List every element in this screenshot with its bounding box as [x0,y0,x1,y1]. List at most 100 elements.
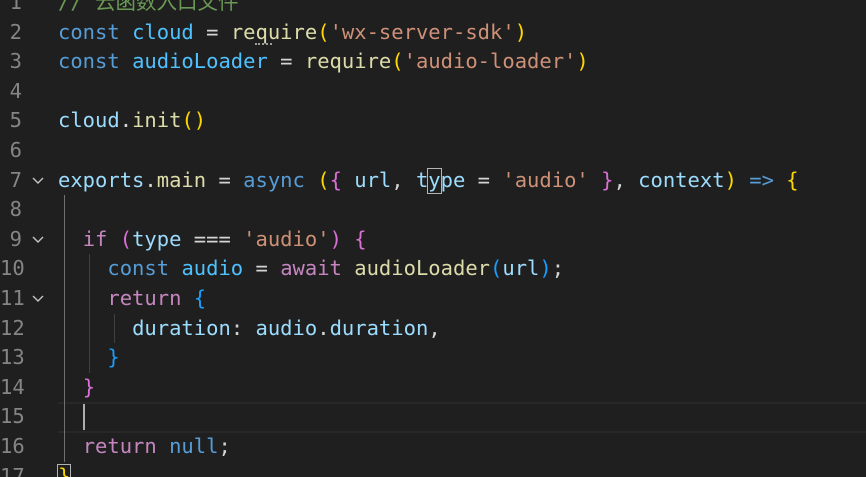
code-token: ) [576,49,589,74]
code-token: () [181,108,207,133]
code-token: , [428,315,441,340]
code-line[interactable]: 6 [0,136,866,166]
chevron-down-icon[interactable] [30,225,46,255]
code-token: return [107,286,182,310]
code-token: } [601,167,614,192]
code-token: . [119,108,133,133]
code-token: ; [218,434,231,458]
code-token: . [317,315,330,340]
code-token: require [304,49,392,74]
code-line[interactable]: 10 const audio = await audioLoader(url); [0,254,866,284]
line-number: 13 [0,345,25,370]
bracket-match-highlight [427,167,442,195]
code-token: ( [317,19,330,44]
code-text: duration: audio.duration, [58,314,441,344]
code-token: { [193,286,207,310]
code-token: await [280,256,342,281]
code-token: async [243,167,305,192]
line-number: 16 [0,434,25,458]
code-token: type [132,226,182,251]
code-line[interactable]: 5 cloud.init() [0,106,866,136]
code-token: 'wx-server-sdk' [329,19,515,44]
code-token: { [329,167,342,192]
code-text: const audioLoader = require('audio-loade… [58,47,589,77]
code-token: . [144,167,157,192]
code-line[interactable]: 13 } [0,343,866,373]
line-number: 11 [0,286,25,310]
code-token: } [82,374,96,399]
code-token: ) [514,19,528,44]
code-token: , [391,167,416,192]
code-token: { [786,167,799,192]
code-token: ) [724,167,737,192]
code-line[interactable]: 4 [0,77,866,107]
line-number: 4 [9,78,22,103]
code-line[interactable]: 9 if (type === 'audio') { [0,225,866,255]
code-editor[interactable]: 1// 云函数入口文件 2 const cloud = require('wx-se… [0,0,866,477]
code-token: = [267,49,305,74]
text-cursor [82,404,85,430]
code-token: ( [391,49,404,74]
code-line[interactable]: 3 const audioLoader = require('audio-load… [0,47,866,77]
code-token: 'audio-loader' [403,49,577,74]
code-line[interactable]: 12 duration: audio.duration, [0,314,866,344]
code-token: ) [539,256,552,281]
code-line[interactable]: 17} [0,462,866,477]
code-token: => [749,167,774,192]
code-token: { [354,226,367,251]
chevron-down-icon[interactable] [30,284,46,314]
chevron-down-icon[interactable] [30,166,46,196]
line-number: 9 [9,226,22,251]
code-token: : [230,315,256,340]
code-token: } [107,345,120,370]
code-token: ; [551,256,565,281]
code-token: 'audio' [243,226,330,251]
code-line[interactable]: 2 const cloud = require('wx-server-sdk') [0,18,866,48]
code-token: ( [119,226,133,251]
code-token: 'audio' [502,167,589,192]
code-text: if (type === 'audio') { [58,225,367,255]
code-text: return { [58,284,206,314]
hint-squiggle [255,41,272,46]
code-line[interactable]: 11 return { [0,284,866,314]
line-number: 17 [0,463,25,477]
code-token: audio [181,256,244,281]
code-token: url [354,167,392,192]
bracket-match-highlight [57,463,72,477]
code-token: cloud [58,108,120,133]
line-number: 5 [9,108,22,133]
code-token: ( [490,256,503,281]
code-token: const [58,49,120,74]
code-token: = [206,167,244,192]
code-token: url [502,256,540,281]
code-line[interactable]: 16 return null; [0,432,866,462]
code-line[interactable]: 1 // 云函数入口文件 [0,0,866,18]
code-token: return [82,434,157,458]
code-line[interactable]: 8 [0,195,866,225]
code-token: === [181,226,244,251]
code-token: context [638,167,725,192]
code-text: return null; [58,432,231,462]
code-token: require [230,19,318,44]
code-token: = [465,167,503,192]
code-line[interactable]: 15 [0,402,866,432]
line-number: 6 [9,138,22,162]
line-number: 2 [9,19,22,44]
code-line[interactable]: 14 } [0,373,866,403]
line-number: 8 [9,197,22,222]
line-number: 14 [0,374,25,399]
